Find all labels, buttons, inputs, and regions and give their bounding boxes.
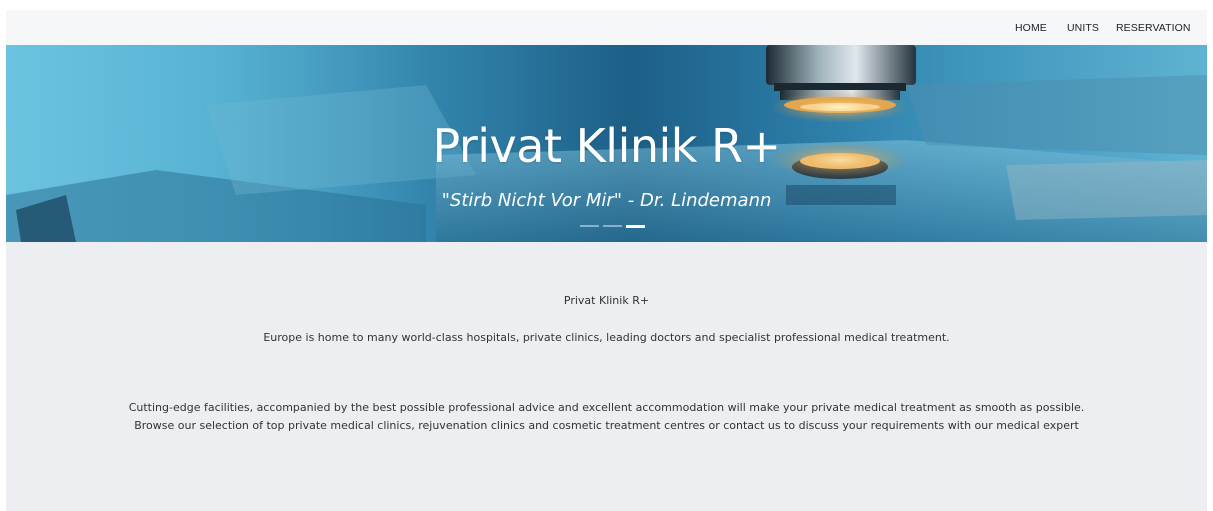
body-paragraph: Cutting-edge facilities, accompanied by … [128,401,1085,432]
hero-carousel: Privat Klinik R+ "Stirb Nicht Vor Mir" -… [6,45,1207,242]
carousel-indicators [580,225,646,229]
hero-subtitle: "Stirb Nicht Vor Mir" - Dr. Lindemann [441,190,772,211]
nav-reservation-link[interactable]: RESERVATION [1116,22,1191,34]
intro-paragraph: Europe is home to many world-class hospi… [263,331,950,344]
carousel-indicator-3-active[interactable] [626,225,645,228]
nav-home-link[interactable]: HOME [1015,22,1047,34]
carousel-indicator-2[interactable] [603,225,622,227]
section-title: Privat Klinik R+ [563,294,650,307]
hero-title: Privat Klinik R+ [432,119,781,173]
top-navbar: HOME UNITS RESERVATION [6,10,1207,45]
nav-units-link[interactable]: UNITS [1067,22,1099,34]
page: HOME UNITS RESERVATION Privat Klinik R+ … [6,10,1207,511]
carousel-indicator-1[interactable] [580,225,599,227]
